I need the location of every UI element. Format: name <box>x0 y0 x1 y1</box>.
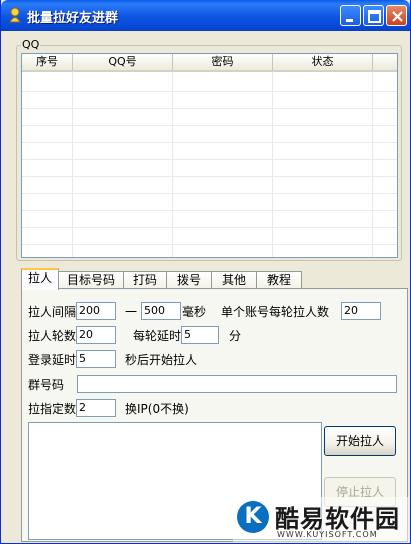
watermark-text: 酷易软件园 <box>275 505 400 533</box>
qq-account-list[interactable]: 序号 QQ号 密码 状态 <box>21 53 398 258</box>
per-round-field[interactable]: 20 <box>341 302 381 320</box>
qq-group-label: QQ <box>21 38 41 51</box>
minimize-button[interactable] <box>340 5 361 26</box>
login-delay-field[interactable]: 5 <box>76 350 116 368</box>
column-header-password[interactable]: 密码 <box>173 54 273 70</box>
tab-other[interactable]: 其他 <box>211 271 257 289</box>
column-header-index[interactable]: 序号 <box>22 54 73 70</box>
interval-dash: 一 <box>125 305 138 319</box>
grid-line <box>22 227 397 228</box>
grid-line <box>272 72 273 257</box>
column-header-status[interactable]: 状态 <box>273 54 373 70</box>
grid-line <box>22 244 397 245</box>
login-delay-label: 登录延时 <box>28 353 77 367</box>
interval-min-field[interactable]: 200 <box>76 302 116 320</box>
watermark-logo-icon: K <box>237 501 269 533</box>
group-number-label: 群号码 <box>28 378 65 392</box>
rounds-label: 拉人轮数 <box>28 329 77 343</box>
grid-line <box>22 159 397 160</box>
grid-line <box>22 193 397 194</box>
grid-line <box>372 72 373 257</box>
app-icon <box>9 7 21 23</box>
main-window: 批量拉好友进群 QQ 序号 QQ号 密码 状态 拉人 目标号码 打码 拨号 其他… <box>0 0 411 544</box>
grid-line <box>22 108 397 109</box>
tab-captcha[interactable]: 打码 <box>123 271 167 289</box>
round-delay-unit: 分 <box>229 329 242 343</box>
start-button[interactable]: 开始拉人 <box>324 426 396 456</box>
group-number-field[interactable] <box>77 375 397 393</box>
title-bar[interactable]: 批量拉好友进群 <box>1 0 410 31</box>
specify-count-label: 拉指定数 <box>28 402 77 416</box>
tab-target-numbers[interactable]: 目标号码 <box>58 271 124 289</box>
specify-count-field[interactable]: 2 <box>76 399 116 417</box>
list-header: 序号 QQ号 密码 状态 <box>22 54 397 72</box>
minimize-icon <box>346 19 353 22</box>
window-title: 批量拉好友进群 <box>27 11 119 26</box>
change-ip-label: 换IP(0不换) <box>125 402 189 416</box>
maximize-icon <box>368 10 381 23</box>
interval-unit: 毫秒 <box>182 305 207 319</box>
watermark-url: WWW.KUYISOFT.COM <box>277 530 378 539</box>
grid-line <box>22 91 397 92</box>
rounds-field[interactable]: 20 <box>76 326 116 344</box>
round-delay-field[interactable]: 5 <box>181 326 219 344</box>
interval-max-field[interactable]: 500 <box>141 302 181 320</box>
interval-label: 拉人间隔 <box>28 305 77 319</box>
grid-line <box>22 176 397 177</box>
tab-pull[interactable]: 拉人 <box>21 268 59 290</box>
round-delay-label: 每轮延时 <box>133 329 182 343</box>
tab-dialup[interactable]: 拨号 <box>166 271 212 289</box>
close-icon <box>392 11 403 22</box>
per-round-label: 单个账号每轮拉人数 <box>221 305 330 319</box>
grid-line <box>72 72 73 257</box>
grid-line <box>172 72 173 257</box>
login-delay-suffix: 秒后开始拉人 <box>125 353 198 367</box>
grid-line <box>22 142 397 143</box>
watermark: K 酷易软件园 WWW.KUYISOFT.COM <box>233 497 409 542</box>
maximize-button[interactable] <box>363 5 384 26</box>
grid-line <box>22 125 397 126</box>
column-header-qq[interactable]: QQ号 <box>73 54 173 70</box>
tab-tutorial[interactable]: 教程 <box>256 271 302 289</box>
grid-line <box>22 210 397 211</box>
close-button[interactable] <box>386 5 407 26</box>
